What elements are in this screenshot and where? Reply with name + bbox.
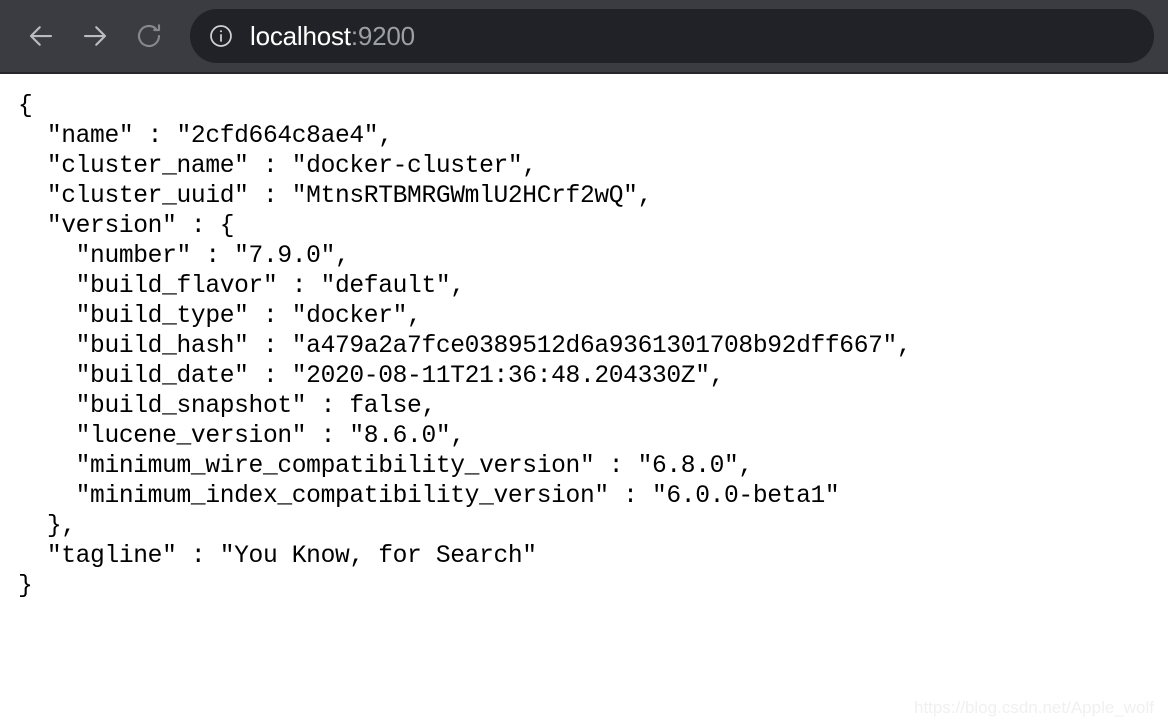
url-host: localhost bbox=[250, 20, 351, 51]
page-content: { "name" : "2cfd664c8ae4", "cluster_name… bbox=[0, 74, 1168, 724]
address-bar[interactable]: localhost:9200 bbox=[190, 9, 1154, 63]
address-bar-text: localhost:9200 bbox=[250, 21, 415, 52]
arrow-right-icon bbox=[80, 21, 110, 51]
url-port: :9200 bbox=[350, 20, 415, 51]
forward-button[interactable] bbox=[68, 9, 122, 63]
reload-button[interactable] bbox=[122, 9, 176, 63]
info-circle-icon[interactable] bbox=[208, 23, 234, 49]
json-response-body: { "name" : "2cfd664c8ae4", "cluster_name… bbox=[18, 93, 912, 600]
back-button[interactable] bbox=[14, 9, 68, 63]
reload-icon bbox=[134, 21, 164, 51]
arrow-left-icon bbox=[26, 21, 56, 51]
browser-toolbar: localhost:9200 bbox=[0, 0, 1168, 74]
watermark: https://blog.csdn.net/Apple_wolf bbox=[913, 698, 1154, 717]
